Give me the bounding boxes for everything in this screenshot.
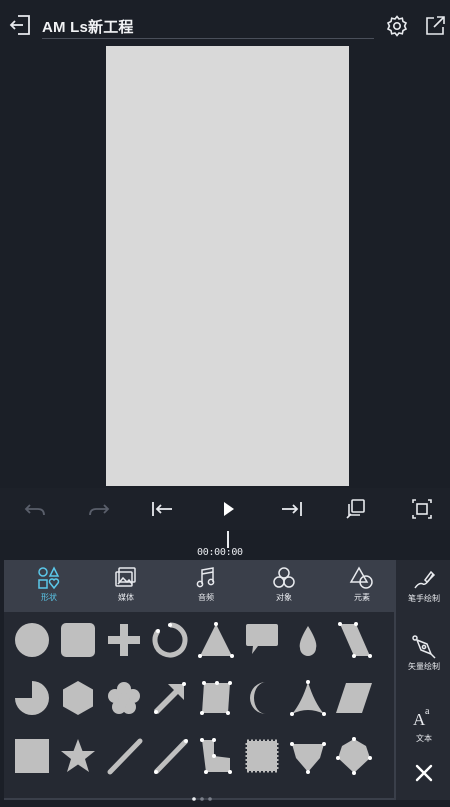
- shape-speech-bubble[interactable]: [242, 620, 282, 660]
- object-icon: [273, 567, 295, 588]
- shape-arc[interactable]: [150, 620, 190, 660]
- redo-icon[interactable]: [84, 496, 112, 522]
- category-label: 音频: [198, 593, 214, 602]
- shape-arrow[interactable]: [150, 678, 190, 718]
- shape-flower[interactable]: [104, 678, 144, 718]
- exit-icon[interactable]: [8, 12, 34, 38]
- category-label: 元素: [354, 593, 370, 602]
- canvas[interactable]: [106, 46, 349, 486]
- project-title[interactable]: AM Ls新工程: [42, 16, 134, 37]
- close-icon: [415, 764, 433, 782]
- shape-star[interactable]: [58, 736, 98, 776]
- shape-curved-triangle[interactable]: [288, 678, 328, 718]
- shape-stamp-square[interactable]: [242, 736, 282, 776]
- shape-line-points[interactable]: [150, 736, 190, 776]
- category-bar: 形状 媒体 音频 对象 元素: [4, 560, 396, 612]
- shape-pie[interactable]: [12, 678, 52, 718]
- category-audio[interactable]: 音频: [176, 566, 236, 610]
- shape-rounded-square[interactable]: [58, 620, 98, 660]
- shape-bracket-shape[interactable]: [196, 736, 236, 776]
- brush-draw-tool[interactable]: 笔手绘制: [394, 568, 450, 604]
- side-tool-label: 文本: [416, 734, 432, 743]
- timecode: 00:00:00: [197, 547, 243, 558]
- shape-trapezoid-points[interactable]: [196, 678, 236, 718]
- side-tool-label: 矢量绘制: [408, 662, 440, 671]
- brush-icon: [414, 570, 436, 589]
- category-shapes[interactable]: 形状: [19, 566, 79, 610]
- category-label: 对象: [276, 593, 292, 602]
- shape-triangle[interactable]: [196, 620, 236, 660]
- shape-line[interactable]: [104, 736, 144, 776]
- text-tool[interactable]: A a 文本: [394, 706, 450, 744]
- side-tool-label: 笔手绘制: [408, 594, 440, 603]
- category-label: 媒体: [118, 593, 134, 602]
- shape-plus[interactable]: [104, 620, 144, 660]
- shape-grid: [4, 612, 394, 798]
- playback-controls: [0, 488, 450, 530]
- category-element[interactable]: 元素: [332, 566, 392, 610]
- category-media[interactable]: 媒体: [96, 566, 156, 610]
- play-icon[interactable]: [214, 496, 242, 522]
- text-icon: A a: [413, 706, 430, 729]
- vector-pen-icon: [412, 635, 436, 659]
- share-icon[interactable]: [423, 14, 447, 38]
- shape-diamond-points[interactable]: [334, 736, 374, 776]
- undo-icon[interactable]: [22, 496, 50, 522]
- gear-icon[interactable]: [385, 14, 409, 38]
- close-panel-button[interactable]: [394, 760, 450, 786]
- playhead[interactable]: [227, 531, 229, 548]
- shape-pentagon-points[interactable]: [288, 736, 328, 776]
- category-object[interactable]: 对象: [254, 566, 314, 610]
- title-underline: [42, 38, 374, 39]
- media-icon: [115, 567, 136, 587]
- shape-square[interactable]: [12, 736, 52, 776]
- vector-draw-tool[interactable]: 矢量绘制: [394, 634, 450, 672]
- side-tools: 笔手绘制 矢量绘制 A a 文本: [396, 560, 450, 800]
- category-label: 形状: [41, 593, 57, 602]
- fit-screen-icon[interactable]: [408, 496, 436, 522]
- shapes-icon: [38, 566, 60, 590]
- element-icon: [349, 566, 373, 589]
- shape-parallelogram-points[interactable]: [334, 620, 374, 660]
- skip-to-start-icon[interactable]: [148, 496, 176, 522]
- shape-drop[interactable]: [288, 620, 328, 660]
- shape-hexagon[interactable]: [58, 678, 98, 718]
- skip-to-end-icon[interactable]: [278, 496, 306, 522]
- page-indicator: [190, 789, 220, 801]
- shape-parallelogram[interactable]: [334, 678, 374, 718]
- shape-crescent[interactable]: [242, 678, 282, 718]
- duplicate-icon[interactable]: [342, 496, 370, 522]
- music-note-icon: [196, 567, 215, 588]
- shape-circle[interactable]: [12, 620, 52, 660]
